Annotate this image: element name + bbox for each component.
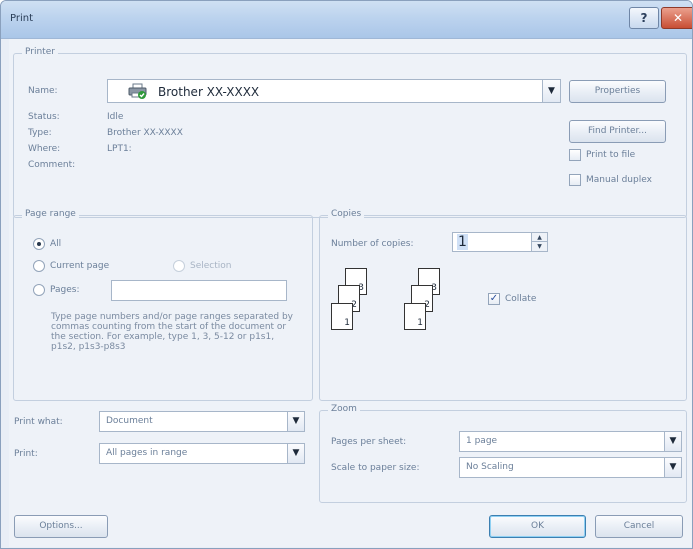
current-page-label: Current page <box>50 261 110 271</box>
type-value: Brother XX-XXXX <box>107 128 183 138</box>
spinner-arrows: ▲ ▼ <box>531 233 547 251</box>
pages-per-sheet-select[interactable]: 1 page ▼ <box>459 431 682 452</box>
print-what-label: Print what: <box>14 417 63 427</box>
title-bar: Print ? ✕ <box>1 1 692 39</box>
collate-label: Collate <box>505 294 537 304</box>
properties-button[interactable]: Properties <box>569 80 666 103</box>
dialog-body: Printer Name: Brother XX-XXXX ▼ Properti… <box>9 39 692 547</box>
where-value: LPT1: <box>107 144 132 154</box>
page-range-help-text: Type page numbers and/or page ranges sep… <box>51 312 293 352</box>
pages-radio[interactable] <box>33 284 45 296</box>
type-label: Type: <box>28 128 52 138</box>
all-pages-radio[interactable] <box>33 238 45 250</box>
printer-name-value: Brother XX-XXXX <box>158 85 260 99</box>
print-what-select[interactable]: Document ▼ <box>99 411 305 432</box>
pages-per-sheet-value: 1 page <box>466 436 498 446</box>
stack-page: 1 <box>404 303 426 330</box>
status-value: Idle <box>107 112 124 122</box>
printer-icon <box>128 83 148 100</box>
selection-radio[interactable] <box>173 260 185 272</box>
scale-select[interactable]: No Scaling ▼ <box>459 457 682 478</box>
page-range-legend: Page range <box>22 209 79 219</box>
ok-button[interactable]: OK <box>489 515 586 538</box>
status-label: Status: <box>28 112 60 122</box>
scale-value: No Scaling <box>466 462 514 472</box>
cancel-button[interactable]: Cancel <box>595 515 683 538</box>
manual-duplex-label: Manual duplex <box>586 175 652 185</box>
copies-value: 1 <box>457 234 468 250</box>
where-label: Where: <box>28 144 61 154</box>
zoom-legend: Zoom <box>328 404 360 414</box>
all-pages-label: All <box>50 239 62 249</box>
number-of-copies-label: Number of copies: <box>331 239 414 249</box>
collate-checkbox[interactable]: ✓ <box>488 293 500 305</box>
scale-label: Scale to paper size: <box>331 463 420 473</box>
print-dialog: Print ? ✕ Printer Name: Brother XX-XXXX … <box>0 0 693 549</box>
chevron-down-icon: ▼ <box>287 444 304 463</box>
print-to-file-checkbox[interactable] <box>569 149 581 161</box>
help-button[interactable]: ? <box>629 7 659 29</box>
printer-name-select[interactable]: Brother XX-XXXX ▼ <box>107 79 561 103</box>
print-select[interactable]: All pages in range ▼ <box>99 443 305 464</box>
pages-label: Pages: <box>50 285 80 295</box>
print-label: Print: <box>14 449 38 459</box>
spin-down-icon[interactable]: ▼ <box>532 242 547 251</box>
pages-per-sheet-label: Pages per sheet: <box>331 437 407 447</box>
selection-label: Selection <box>190 261 232 271</box>
stack-page: 1 <box>331 303 353 330</box>
chevron-down-icon: ▼ <box>542 80 560 102</box>
current-page-radio[interactable] <box>33 260 45 272</box>
copies-spinner[interactable]: 1 ▲ ▼ <box>452 232 548 252</box>
window-title: Print <box>10 13 34 24</box>
options-button[interactable]: Options... <box>14 515 108 538</box>
printer-name-label: Name: <box>28 86 58 96</box>
manual-duplex-checkbox[interactable] <box>569 174 581 186</box>
close-button[interactable]: ✕ <box>661 7 692 29</box>
print-to-file-label: Print to file <box>586 150 636 160</box>
spin-up-icon[interactable]: ▲ <box>532 233 547 242</box>
print-value: All pages in range <box>106 448 188 458</box>
pages-input[interactable] <box>111 280 287 301</box>
comment-label: Comment: <box>28 160 76 170</box>
chevron-down-icon: ▼ <box>287 412 304 431</box>
chevron-down-icon: ▼ <box>664 458 681 477</box>
chevron-down-icon: ▼ <box>664 432 681 451</box>
copies-legend: Copies <box>328 209 365 219</box>
printer-legend: Printer <box>22 47 58 57</box>
print-what-value: Document <box>106 416 153 426</box>
find-printer-button[interactable]: Find Printer... <box>569 120 666 143</box>
